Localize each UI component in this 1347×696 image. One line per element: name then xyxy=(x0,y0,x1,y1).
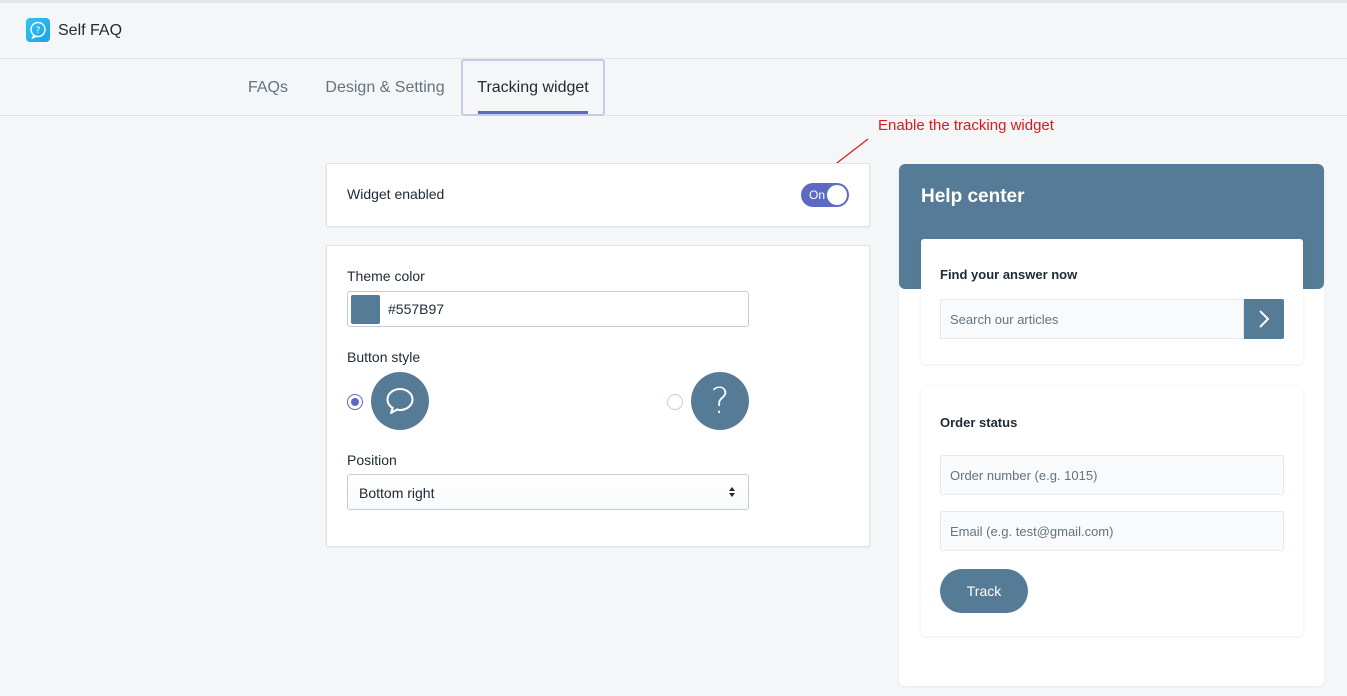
app-logo-icon: ? xyxy=(26,18,50,42)
email-placeholder: Email (e.g. test@gmail.com) xyxy=(950,524,1114,539)
search-placeholder: Search our articles xyxy=(950,312,1059,327)
button-style-radio-question[interactable] xyxy=(667,394,683,410)
tab-design-setting[interactable]: Design & Setting xyxy=(314,59,456,116)
chat-bubble-icon[interactable] xyxy=(371,372,429,430)
theme-color-input[interactable]: #557B97 xyxy=(347,291,749,327)
toggle-state-text: On xyxy=(809,188,826,202)
search-submit-button[interactable] xyxy=(1244,299,1284,339)
app-title: Self FAQ xyxy=(58,22,123,39)
search-articles-input[interactable]: Search our articles xyxy=(940,299,1244,339)
find-answer-card: Find your answer now Search our articles xyxy=(921,239,1303,364)
select-caret-icon xyxy=(729,487,735,497)
theme-color-value: #557B97 xyxy=(388,301,445,317)
button-style-label: Button style xyxy=(347,349,421,365)
email-input[interactable]: Email (e.g. test@gmail.com) xyxy=(940,511,1284,551)
annotation-text: Enable the tracking widget xyxy=(878,117,1054,134)
order-status-card: Order status Order number (e.g. 1015) Em… xyxy=(921,386,1303,636)
order-status-title: Order status xyxy=(940,415,1018,430)
tab-label: FAQs xyxy=(247,78,288,96)
position-label: Position xyxy=(347,452,397,468)
tab-tracking-widget[interactable]: Tracking widget xyxy=(461,59,605,116)
track-button[interactable]: Track xyxy=(940,569,1028,613)
chevron-right-icon xyxy=(1259,310,1270,328)
position-select-value: Bottom right xyxy=(359,485,435,501)
widget-enabled-label: Widget enabled xyxy=(347,186,445,202)
order-number-input[interactable]: Order number (e.g. 1015) xyxy=(940,455,1284,495)
tab-bar: FAQs Design & Setting Tracking widget xyxy=(0,59,1347,116)
button-style-radio-chat[interactable] xyxy=(347,394,363,410)
tab-faqs[interactable]: FAQs xyxy=(238,59,298,116)
theme-color-label: Theme color xyxy=(347,268,425,284)
active-tab-indicator xyxy=(478,111,588,114)
order-number-placeholder: Order number (e.g. 1015) xyxy=(950,468,1098,483)
tab-label: Design & Setting xyxy=(325,78,445,96)
widget-preview: Help center Find your answer now Search … xyxy=(899,164,1324,686)
preview-title: Help center xyxy=(921,186,1025,207)
toggle-knob xyxy=(827,185,847,205)
app-header: ? Self FAQ xyxy=(0,0,1347,59)
tab-label: Tracking widget xyxy=(477,78,589,96)
color-swatch[interactable] xyxy=(351,295,380,324)
question-mark-icon[interactable]: ? xyxy=(691,372,749,430)
position-select[interactable]: Bottom right xyxy=(347,474,749,510)
track-button-label: Track xyxy=(966,583,1002,599)
find-answer-title: Find your answer now xyxy=(940,267,1078,282)
svg-text:?: ? xyxy=(36,26,41,36)
widget-enabled-toggle[interactable]: On xyxy=(801,183,849,207)
